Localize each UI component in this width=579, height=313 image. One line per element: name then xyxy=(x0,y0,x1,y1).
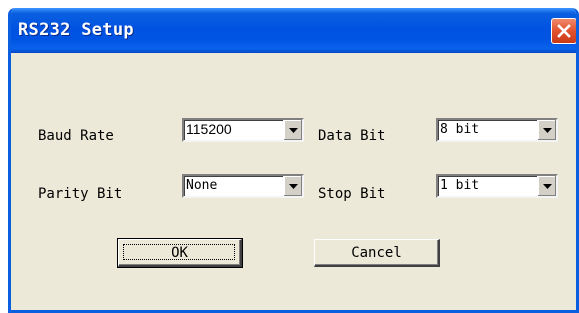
close-icon xyxy=(557,24,571,38)
dialog-client-area: Baud Rate 115200 Data Bit 8 bit Parity B… xyxy=(11,53,576,310)
chevron-down-icon xyxy=(542,183,552,189)
title-bar[interactable]: RS232 Setup xyxy=(11,8,576,53)
baud-rate-select[interactable]: 115200 xyxy=(182,118,304,142)
rs232-setup-dialog: RS232 Setup Baud Rate 115200 Data Bit 8 … xyxy=(8,8,579,313)
chevron-down-icon xyxy=(288,183,298,189)
chevron-down-icon xyxy=(288,127,298,133)
cancel-button-label: Cancel xyxy=(351,244,402,261)
parity-bit-dropdown-button[interactable] xyxy=(283,176,302,196)
ok-button[interactable]: OK xyxy=(117,238,243,268)
stop-bit-dropdown-button[interactable] xyxy=(537,176,556,196)
baud-rate-label: Baud Rate xyxy=(38,128,114,144)
stop-bit-value: 1 bit xyxy=(440,178,480,193)
parity-bit-label: Parity Bit xyxy=(38,186,123,202)
data-bit-label: Data Bit xyxy=(318,128,386,144)
focus-rectangle xyxy=(123,244,235,260)
chevron-down-icon xyxy=(542,127,552,133)
baud-rate-value: 115200 xyxy=(186,121,232,137)
window-title: RS232 Setup xyxy=(18,20,134,40)
data-bit-value: 8 bit xyxy=(440,122,480,137)
parity-bit-select[interactable]: None xyxy=(182,174,304,198)
data-bit-select[interactable]: 8 bit xyxy=(436,118,558,142)
close-button[interactable] xyxy=(551,18,576,44)
cancel-button[interactable]: Cancel xyxy=(314,239,440,267)
parity-bit-value: None xyxy=(186,178,218,193)
data-bit-dropdown-button[interactable] xyxy=(537,120,556,140)
stop-bit-select[interactable]: 1 bit xyxy=(436,174,558,198)
baud-rate-dropdown-button[interactable] xyxy=(283,120,302,140)
stop-bit-label: Stop Bit xyxy=(318,186,386,202)
